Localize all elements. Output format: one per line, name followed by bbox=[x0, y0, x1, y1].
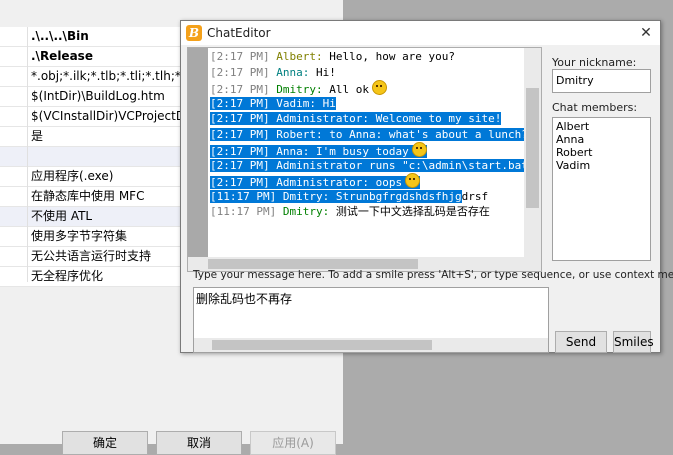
members-label: Chat members: bbox=[552, 101, 638, 114]
send-button[interactable]: Send bbox=[555, 331, 607, 353]
message-timestamp: [2:17 PM] bbox=[210, 50, 270, 63]
app-icon: B bbox=[186, 25, 202, 41]
message-timestamp: [2:17 PM] bbox=[210, 112, 270, 125]
nickname-field[interactable]: Dmitry bbox=[552, 69, 651, 93]
chat-message: [11:17 PM] Dmitry: 测试一下中文选择乱码是否存在 bbox=[210, 204, 541, 220]
message-timestamp: [2:17 PM] bbox=[210, 96, 270, 110]
input-hint: Type your message here. To add a smile p… bbox=[193, 269, 673, 281]
property-value: .\Release bbox=[31, 49, 93, 63]
property-value: 应用程序(.exe) bbox=[31, 169, 114, 183]
message-text: Hello, how are you? bbox=[322, 50, 456, 63]
message-timestamp: [2:17 PM] bbox=[210, 158, 270, 172]
chat-message: [11:17 PM] Dmitry: Strunbgfrgdshdsfhjgdr… bbox=[210, 189, 541, 205]
apply-button[interactable]: 应用(A) bbox=[250, 431, 336, 455]
message-text: Strunbgfrgdshdsfhjg bbox=[329, 189, 462, 203]
message-text: 删除乱码也不再存 bbox=[196, 292, 293, 306]
property-list-divider bbox=[27, 27, 28, 282]
message-text: I'm busy today bbox=[309, 145, 409, 158]
message-nick: Dmitry: bbox=[282, 205, 330, 218]
member-item[interactable]: Anna bbox=[556, 133, 647, 146]
message-nick: Dmitry: bbox=[276, 83, 323, 96]
message-timestamp: [11:17 PM] bbox=[210, 189, 277, 203]
smile-icon bbox=[405, 173, 421, 188]
message-text: 测试一下中文选择乱码是否存在 bbox=[329, 205, 490, 218]
chat-message: [2:17 PM] Anna: I'm busy today bbox=[210, 142, 541, 158]
scrollbar-thumb[interactable] bbox=[212, 340, 432, 350]
member-item[interactable]: Albert bbox=[556, 120, 647, 133]
message-nick: Anna: bbox=[276, 65, 310, 79]
message-text: to Anna: what's about a lunch? bbox=[322, 127, 528, 141]
message-nick: Administrator: bbox=[276, 176, 369, 189]
message-timestamp: [2:17 PM] bbox=[210, 127, 270, 141]
property-value: .\..\..\Bin bbox=[31, 29, 89, 43]
message-timestamp: [2:17 PM] bbox=[210, 145, 270, 158]
chat-log-gutter bbox=[188, 48, 208, 257]
chat-message: [2:17 PM] Administrator: oops bbox=[210, 173, 541, 189]
message-input[interactable]: 删除乱码也不再存 bbox=[193, 287, 549, 353]
smiles-button[interactable]: Smiles bbox=[613, 331, 654, 353]
message-text: All ok bbox=[322, 83, 369, 96]
member-item[interactable]: Vadim bbox=[556, 159, 647, 172]
smile-icon bbox=[411, 142, 427, 157]
smile-icon bbox=[371, 80, 387, 95]
title-bar[interactable]: B ChatEditor ✕ bbox=[181, 21, 660, 45]
ok-button[interactable]: 确定 bbox=[62, 431, 148, 455]
property-value: $(IntDir)\BuildLog.htm bbox=[31, 89, 165, 103]
message-nick: Robert: bbox=[276, 127, 323, 141]
message-input-scrollbar[interactable] bbox=[194, 338, 548, 352]
message-nick: Anna: bbox=[276, 145, 310, 158]
members-list[interactable]: Albert Anna Robert Vadim bbox=[552, 117, 651, 261]
message-text: Welcome to my site! bbox=[368, 112, 502, 125]
message-text: oops bbox=[368, 176, 403, 189]
member-item[interactable]: Robert bbox=[556, 146, 647, 159]
message-text: Hi! bbox=[309, 65, 336, 79]
message-text-unselected: drsf bbox=[461, 189, 489, 203]
chat-message: [2:17 PM] Administrator: Welcome to my s… bbox=[210, 111, 541, 127]
property-value: 使用多字节字符集 bbox=[31, 229, 128, 243]
chat-log[interactable]: [2:17 PM] Albert: Hello, how are you? [2:… bbox=[187, 47, 542, 272]
message-nick: Vadim: bbox=[276, 96, 316, 110]
message-nick: Albert: bbox=[276, 50, 323, 63]
message-timestamp: [2:17 PM] bbox=[210, 176, 270, 189]
property-value: 不使用 ATL bbox=[31, 209, 93, 223]
chat-messages: [2:17 PM] Albert: Hello, how are you? [2:… bbox=[210, 49, 542, 220]
message-nick: Dmitry: bbox=[282, 189, 330, 203]
chat-editor-window: B ChatEditor ✕ [2:17 PM] Albert: Hello, … bbox=[180, 20, 673, 353]
chat-message: [2:17 PM] Anna: Hi! bbox=[210, 65, 541, 81]
close-icon[interactable]: ✕ bbox=[636, 23, 656, 43]
message-text: runs "c:\admin\start.bat" (Fi bbox=[362, 158, 542, 172]
message-timestamp: [2:17 PM] bbox=[210, 83, 270, 96]
chat-message: [2:17 PM] Administrator runs "c:\admin\s… bbox=[210, 158, 542, 174]
message-timestamp: [11:17 PM] bbox=[210, 205, 277, 218]
scrollbar-thumb[interactable] bbox=[208, 259, 418, 269]
property-value: 在静态库中使用 MFC bbox=[31, 189, 145, 203]
chat-log-vertical-scrollbar[interactable] bbox=[524, 48, 541, 257]
scrollbar-thumb[interactable] bbox=[526, 88, 539, 208]
property-value: 无全程序优化 bbox=[31, 269, 104, 283]
chat-message: [2:17 PM] Dmitry: All ok bbox=[210, 80, 541, 96]
property-value: 无公共语言运行时支持 bbox=[31, 249, 152, 263]
message-nick: Administrator bbox=[276, 158, 363, 172]
chat-message: [2:17 PM] Robert: to Anna: what's about … bbox=[210, 127, 541, 143]
chat-message: [2:17 PM] Albert: Hello, how are you? bbox=[210, 49, 541, 65]
message-nick: Administrator: bbox=[276, 112, 369, 125]
window-title: ChatEditor bbox=[207, 26, 271, 40]
cancel-button[interactable]: 取消 bbox=[156, 431, 242, 455]
property-value: 是 bbox=[31, 129, 44, 143]
chat-message: [2:17 PM] Vadim: Hi bbox=[210, 96, 541, 112]
message-text: Hi bbox=[315, 96, 336, 110]
nickname-label: Your nickname: bbox=[552, 56, 637, 69]
message-timestamp: [2:17 PM] bbox=[210, 65, 270, 79]
